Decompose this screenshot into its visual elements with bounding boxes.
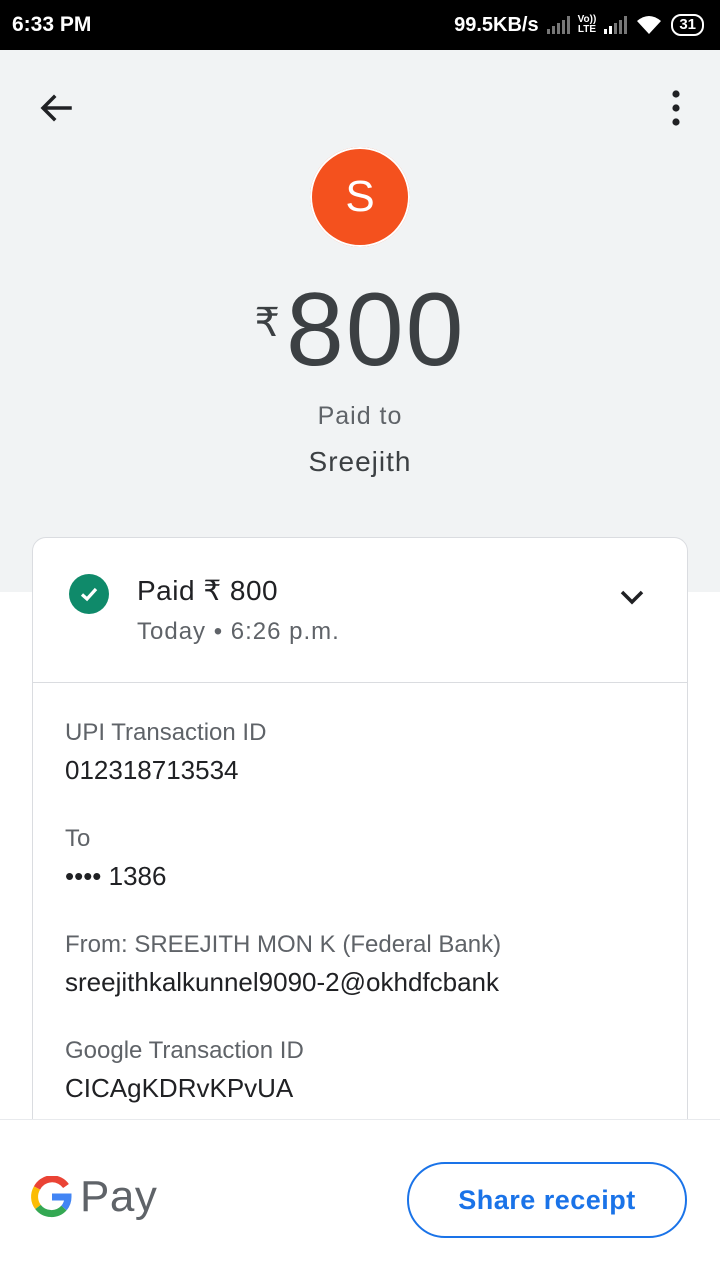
sender-account: From: SREEJITH MON K (Federal Bank) sree… [65, 931, 501, 998]
signal-icon [546, 16, 570, 34]
payment-status-row[interactable]: Paid ₹ 800 Today • 6:26 p.m. [33, 538, 687, 683]
payee-name: Sreejith [308, 446, 412, 477]
status-timestamp: Today • 6:26 p.m. [137, 618, 340, 645]
amount-value: 800 [285, 272, 466, 388]
bottom-bar: Pay Share receipt [0, 1119, 720, 1281]
google-transaction-id: Google Transaction ID CICAgKDRvKPvUA [65, 1037, 304, 1104]
detail-label: UPI Transaction ID [65, 719, 267, 746]
detail-value[interactable]: sreejithkalkunnel9090-2@okhdfcbank [65, 967, 501, 998]
upi-transaction-id: UPI Transaction ID 012318713534 [65, 719, 266, 786]
status-bar: 6:33 PM 99.5KB/s Vo)) LTE 31 [0, 0, 720, 50]
more-options-icon[interactable] [660, 88, 692, 128]
status-time: 6:33 PM [12, 13, 92, 36]
chevron-down-icon[interactable] [617, 582, 647, 612]
payment-amount: ₹800 [0, 270, 720, 390]
signal-icon-2 [604, 16, 628, 34]
back-arrow-icon[interactable] [36, 88, 76, 128]
status-icons: 99.5KB/s Vo)) LTE 31 [454, 14, 704, 37]
network-speed: 99.5KB/s [454, 13, 539, 36]
gpay-text: Pay [80, 1172, 158, 1221]
detail-label: To [65, 825, 91, 852]
volte-icon: Vo)) LTE [577, 14, 597, 35]
success-check-icon [69, 574, 109, 614]
paid-to-label: Paid to [317, 402, 403, 430]
detail-label: From: SREEJITH MON K (Federal Bank) [65, 931, 502, 958]
currency-symbol: ₹ [254, 301, 280, 345]
payee-avatar: S [310, 147, 410, 247]
detail-value[interactable]: CICAgKDRvKPvUA [65, 1073, 304, 1104]
google-g-icon [31, 1176, 72, 1218]
transaction-card: Paid ₹ 800 Today • 6:26 p.m. UPI Transac… [32, 537, 688, 1177]
battery-icon: 31 [671, 14, 704, 36]
wifi-icon [637, 16, 662, 34]
payment-header: S ₹800 Paid to Sreejith [0, 50, 720, 592]
detail-value: •••• 1386 [65, 861, 167, 891]
status-title: Paid ₹ 800 [137, 575, 279, 606]
detail-label: Google Transaction ID [65, 1037, 304, 1064]
share-receipt-button[interactable]: Share receipt [407, 1162, 687, 1238]
recipient-account: To •••• 1386 [65, 825, 166, 892]
detail-value[interactable]: 012318713534 [65, 755, 266, 786]
gpay-logo: Pay [30, 1172, 157, 1222]
